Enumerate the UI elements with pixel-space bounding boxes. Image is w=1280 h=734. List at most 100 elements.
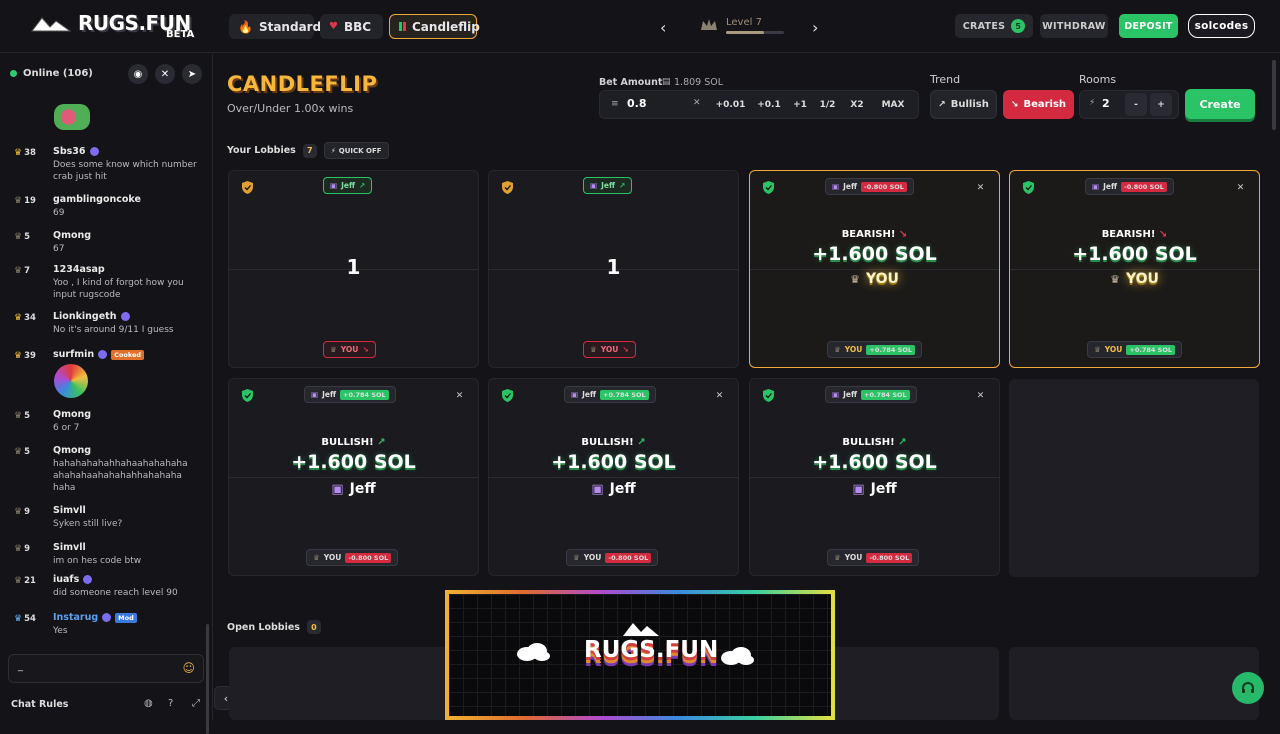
crown-icon: ♛ <box>14 411 23 421</box>
user-level-badge: ♛ 5 <box>14 445 44 459</box>
page-title: CANDLEFLIP <box>227 72 378 96</box>
bet-adjust-button[interactable]: X2 <box>843 93 871 116</box>
close-icon[interactable]: ✕ <box>713 389 726 402</box>
user-level: 9 <box>24 544 30 554</box>
chat-username[interactable]: Sbs36 <box>53 146 99 157</box>
bet-amount-input[interactable]: 0.8 <box>627 97 687 110</box>
language-icon[interactable]: ◍ <box>144 698 153 709</box>
chat-message-text: did someone reach level 90 <box>53 588 178 598</box>
player-name: Jeff <box>582 390 597 399</box>
user-level-badge: ♛ 54 <box>14 612 44 626</box>
bet-adjust-button[interactable]: +0.1 <box>753 93 785 116</box>
deposit-button[interactable]: DEPOSIT <box>1119 14 1178 38</box>
level-prev-button[interactable]: ‹ <box>660 18 666 37</box>
bet-adjust-button[interactable]: +1 <box>788 93 812 116</box>
chat-rules-link[interactable]: Chat Rules <box>11 699 68 710</box>
player-name: Jeff <box>322 390 337 399</box>
close-icon[interactable]: ✕ <box>974 181 987 194</box>
discord-icon[interactable]: ◉ <box>128 64 148 84</box>
x-twitter-icon[interactable]: ✕ <box>155 64 175 84</box>
chat-scrollbar[interactable] <box>206 624 209 734</box>
clear-bet-icon[interactable]: ✕ <box>693 98 701 108</box>
chat-username[interactable]: Simvll <box>53 505 86 516</box>
user-menu-button[interactable]: solcodes <box>1188 14 1255 38</box>
chat-username[interactable]: Instarug Mod <box>53 612 137 623</box>
bearish-label: Bearish <box>1023 99 1067 110</box>
heart-icon: ♥ <box>329 21 338 32</box>
lobby-card[interactable]: ▣ Jeff -0.800 SOL ✕ BEARISH! ↘ +1.600 SOL ♛ YOU… <box>1009 170 1260 368</box>
promo-banner[interactable]: RUGS.FUN <box>445 590 835 720</box>
rooms-icon: ⚡ <box>1089 98 1096 108</box>
player-delta: -0.800 SOL <box>605 552 652 563</box>
shield-icon <box>502 181 513 194</box>
main-scrollbar[interactable] <box>1272 60 1276 130</box>
online-dot-icon <box>10 70 17 77</box>
user-level: 34 <box>24 313 36 323</box>
quick-toggle-button[interactable]: ⚡ QUICK OFF <box>323 142 389 159</box>
help-icon[interactable]: ? <box>168 698 173 709</box>
close-icon[interactable]: ✕ <box>453 389 466 402</box>
winner-label: ▣ Jeff <box>750 481 999 497</box>
player-pill: ▣ Jeff +0.784 SOL <box>564 386 656 403</box>
rooms-input[interactable]: 2 <box>1102 97 1110 110</box>
tab-standard[interactable]: 🔥 Standard <box>229 14 321 39</box>
tab-bbc[interactable]: ♥ BBC <box>320 14 383 39</box>
chat-input[interactable]: _ ☺ <box>8 654 204 683</box>
bet-adjust-button[interactable]: 1/2 <box>815 93 840 116</box>
result-label: BULLISH! <box>842 437 895 448</box>
create-button[interactable]: Create <box>1185 89 1255 119</box>
crates-button[interactable]: CRATES 5 <box>955 14 1033 38</box>
bullish-button[interactable]: ↗ Bullish <box>930 90 997 119</box>
avatar: ▣ <box>832 182 840 191</box>
username-text: Qmong <box>53 409 92 420</box>
user-tag: Mod <box>115 612 137 623</box>
result-title: BEARISH! ↘ <box>1010 229 1259 240</box>
bet-adjust-button[interactable]: MAX <box>876 93 910 116</box>
close-icon[interactable]: ✕ <box>1234 181 1247 194</box>
telegram-icon[interactable]: ➤ <box>182 64 202 84</box>
withdraw-button[interactable]: WITHDRAW <box>1040 14 1108 38</box>
support-chat-button[interactable] <box>1232 672 1264 704</box>
chat-username[interactable]: gamblingoncoke <box>53 194 141 205</box>
chat-username[interactable]: Simvll <box>53 542 86 553</box>
chat-username[interactable]: Qmong <box>53 409 91 420</box>
close-icon[interactable]: ✕ <box>974 389 987 402</box>
chat-username[interactable]: Qmong <box>53 230 91 241</box>
level-next-button[interactable]: › <box>812 18 818 37</box>
crown-icon: ♛ <box>14 313 23 323</box>
chat-username[interactable]: surfmin Cooked <box>53 349 145 360</box>
chat-username[interactable]: 1234asap <box>53 264 105 275</box>
crown-icon: ♛ <box>850 272 860 286</box>
chat-message-text: Does some know which number crab just hi… <box>53 160 197 182</box>
chat-username[interactable]: Qmong <box>53 445 91 456</box>
lobby-card[interactable]: ▣ Jeff +0.784 SOL ✕ BULLISH! ↗ +1.600 SOL ▣ Jef… <box>749 378 1000 576</box>
chart-baseline <box>750 477 999 478</box>
lobby-card[interactable]: ▣ Jeff ↗ 1 ♛ YOU ↘ <box>228 170 479 368</box>
expand-icon[interactable]: ⤢ <box>192 698 200 709</box>
lobby-card[interactable]: ▣ Jeff +0.784 SOL ✕ BULLISH! ↗ +1.600 SOL ▣ Jef… <box>228 378 479 576</box>
player-delta: -0.800 SOL <box>866 552 913 563</box>
bearish-button[interactable]: ↘ Bearish <box>1003 90 1074 119</box>
sol-icon: ≡ <box>611 99 619 109</box>
bet-adjust-button[interactable]: +0.01 <box>712 93 749 116</box>
chat-username[interactable]: iuafs <box>53 574 93 585</box>
emoji-icon[interactable]: ☺ <box>182 661 195 675</box>
rooms-plus-button[interactable]: + <box>1150 93 1172 116</box>
player-name: YOU <box>844 553 863 562</box>
crown-icon: ♛ <box>14 266 23 276</box>
lobby-card[interactable]: ▣ Jeff ↗ 1 ♛ YOU ↘ <box>488 170 739 368</box>
player-name: YOU <box>323 553 342 562</box>
avatar: ▣ <box>832 390 840 399</box>
chat-username[interactable]: Lionkingeth <box>53 311 130 322</box>
brand-logo[interactable]: RUGS.FUN BETA <box>30 11 200 45</box>
winner-label: ♛ YOU <box>1010 271 1259 287</box>
player-name: Jeff <box>601 181 616 190</box>
cloud-icon <box>517 643 550 661</box>
crown-icon: ♛ <box>834 345 841 354</box>
lobby-card[interactable]: ▣ Jeff +0.784 SOL ✕ BULLISH! ↗ +1.600 SOL ▣ Jef… <box>488 378 739 576</box>
tab-candleflip[interactable]: Candleflip <box>389 14 480 39</box>
lobby-card[interactable]: ▣ Jeff -0.800 SOL ✕ BEARISH! ↘ +1.600 SOL ♛ YOU… <box>749 170 1000 368</box>
crown-icon: ♛ <box>14 148 23 158</box>
rooms-minus-button[interactable]: - <box>1125 93 1147 116</box>
cloud-icon <box>721 647 754 665</box>
